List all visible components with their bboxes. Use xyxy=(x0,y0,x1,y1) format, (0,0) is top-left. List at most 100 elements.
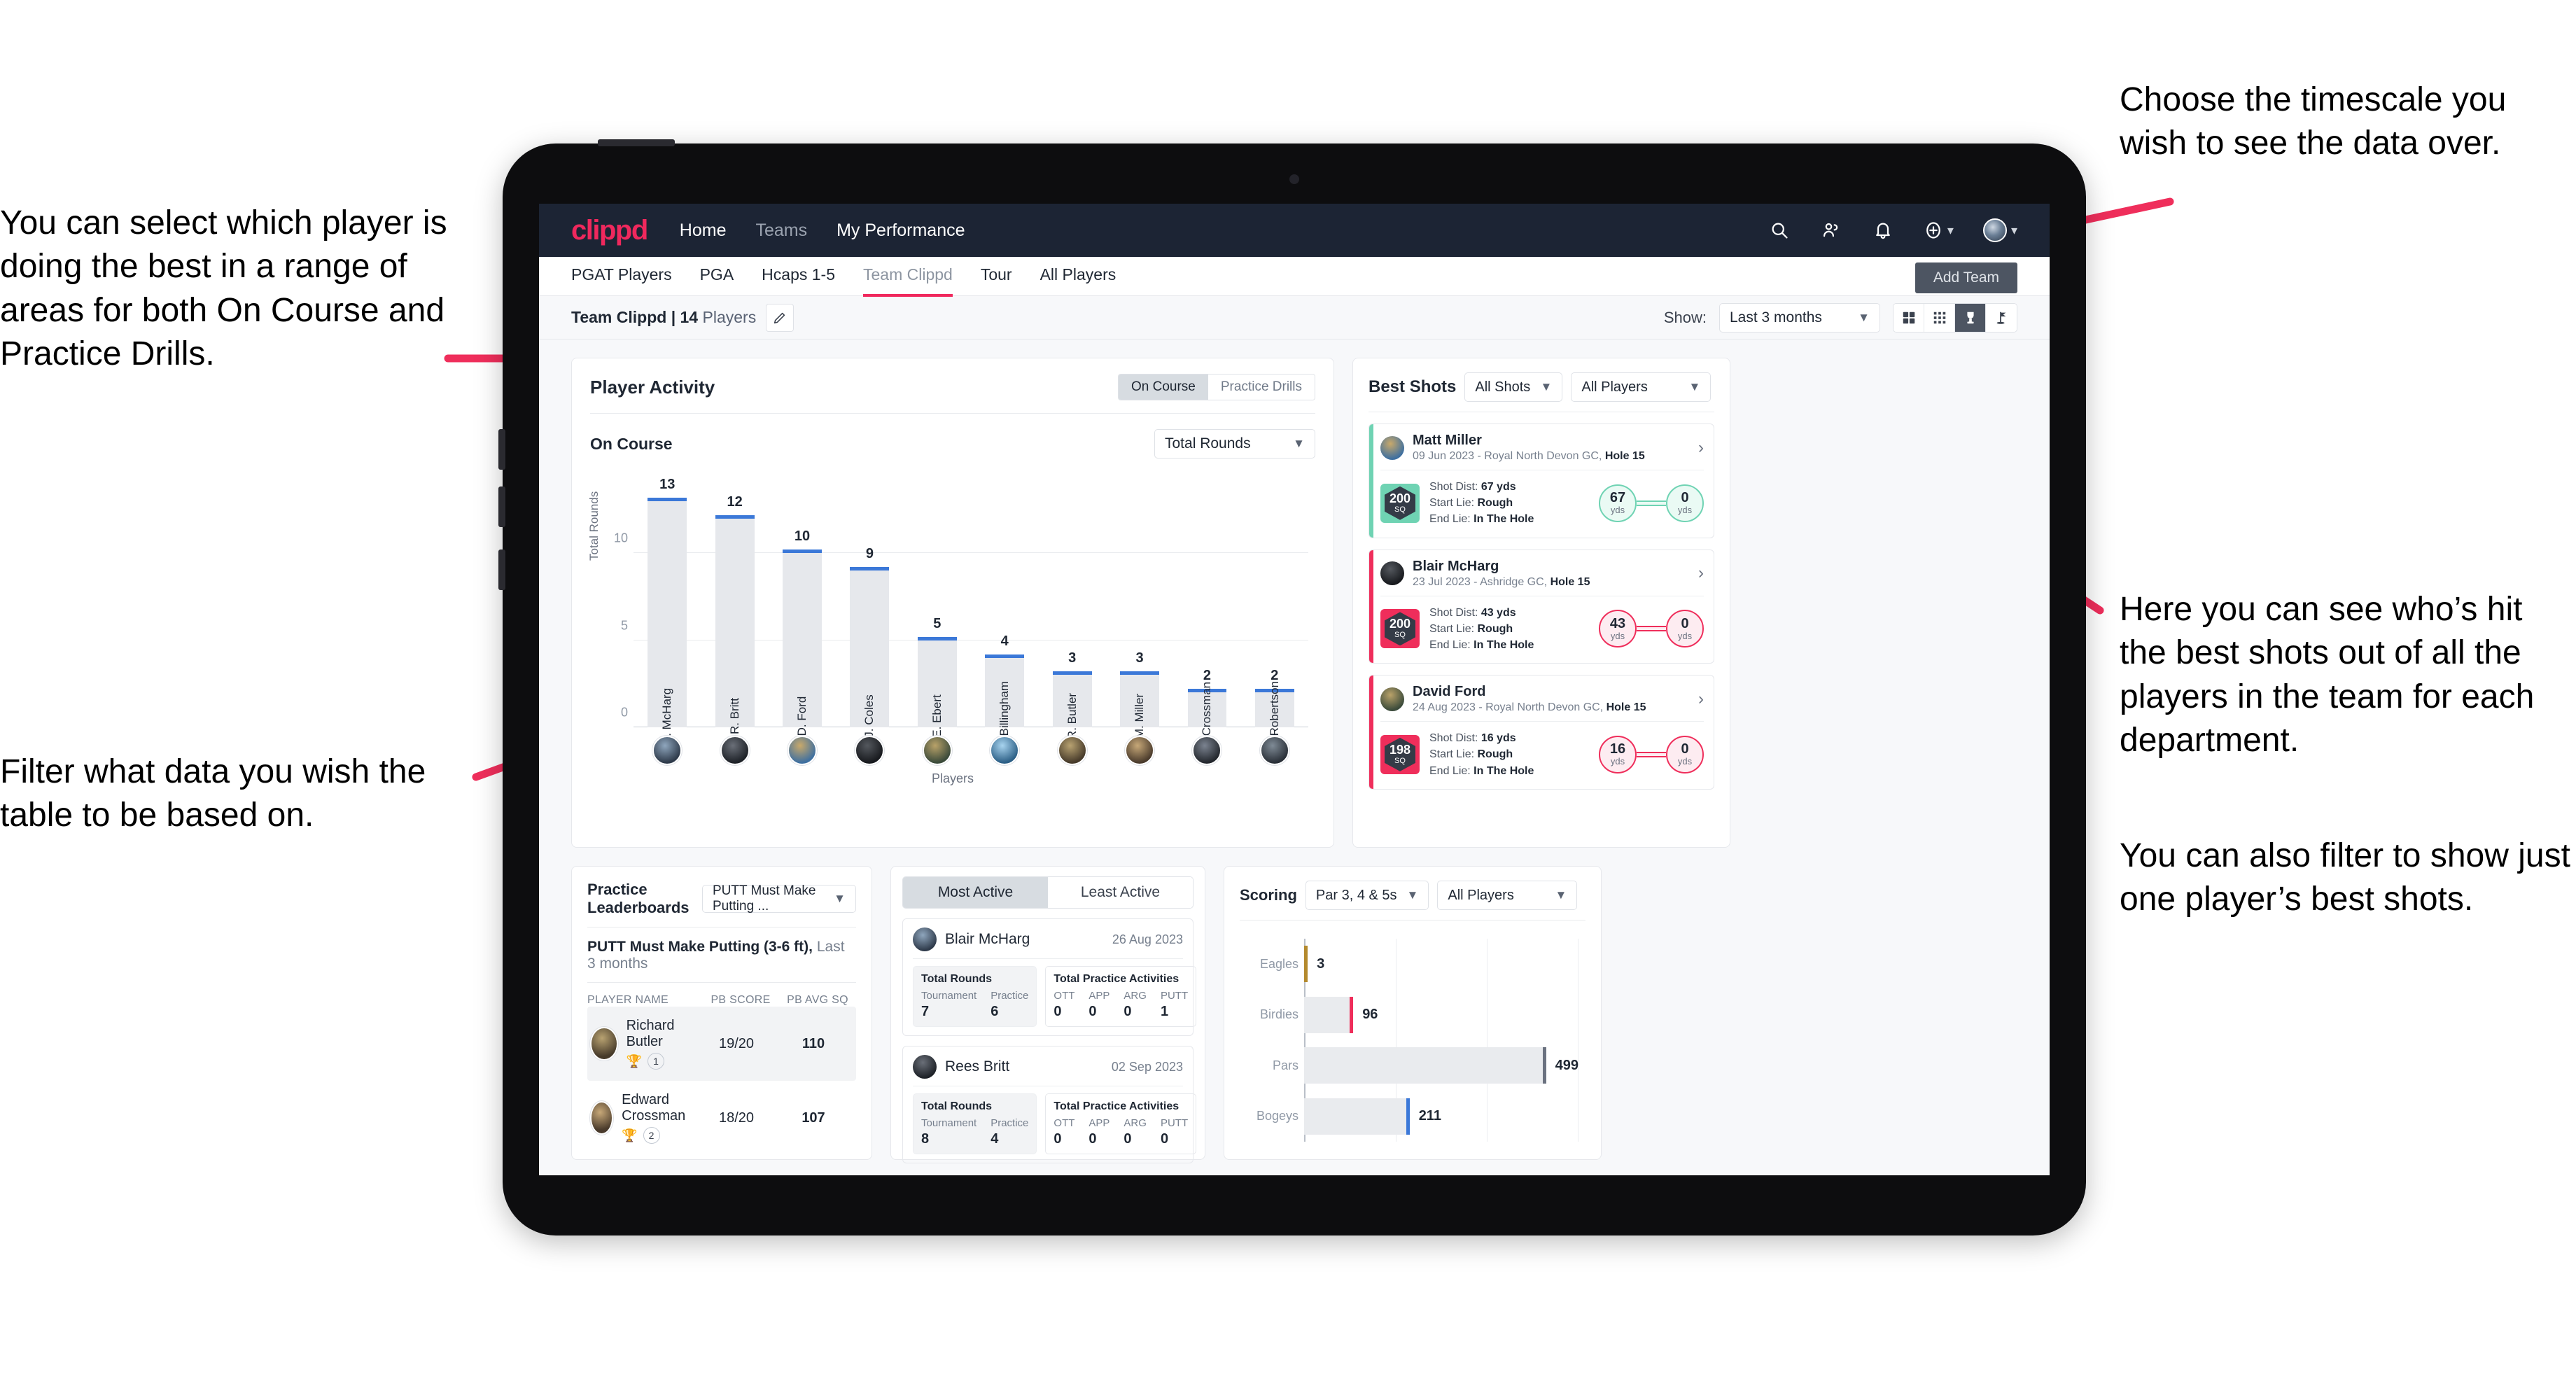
best-shot-player-name: Blair McHarg xyxy=(1413,558,1499,574)
table-row[interactable]: Edward Crossman 🏆 2 18/20 107 xyxy=(587,1081,856,1155)
scoring-player-filter[interactable]: All Players ▼ xyxy=(1437,881,1578,910)
tab-team-clippd[interactable]: Team Clippd xyxy=(863,265,953,297)
rounds-column-value: 8 xyxy=(921,1131,930,1147)
player-filter-value: All Players xyxy=(1581,379,1648,395)
chart-bar-label: J. Coles xyxy=(862,694,876,738)
page-title: Team Clippd | 14 Players xyxy=(571,308,756,327)
page-toolbar: Team Clippd | 14 Players Show: Last 3 mo… xyxy=(539,296,2050,340)
player-avatar[interactable] xyxy=(1192,736,1222,765)
best-shots-shot-filter[interactable]: All Shots ▼ xyxy=(1464,372,1563,402)
best-shot-card[interactable]: David Ford 24 Aug 2023 - Royal North Devo… xyxy=(1368,675,1714,790)
table-row[interactable]: Richard Butler 🏆 1 19/20 110 xyxy=(587,1007,856,1081)
chevron-right-icon[interactable]: › xyxy=(1698,438,1704,458)
tab-tour[interactable]: Tour xyxy=(981,265,1012,287)
chart-bar-column[interactable]: 2 C. Robertson xyxy=(1241,484,1308,751)
edit-team-button[interactable] xyxy=(766,303,794,332)
chevron-right-icon[interactable]: › xyxy=(1698,564,1704,583)
metric-select[interactable]: Total Rounds ▼ xyxy=(1154,429,1315,458)
golf-flag-icon xyxy=(1996,312,2006,324)
people-icon[interactable] xyxy=(1820,219,1842,241)
best-shot-player-name: Matt Miller xyxy=(1413,433,1482,448)
shot-end-distance: 0 yds xyxy=(1666,610,1704,648)
practice-column-value: 0 xyxy=(1124,1131,1132,1147)
total-rounds-box: Total Rounds Tournament 8 Practice 4 xyxy=(913,1093,1037,1154)
player-avatar[interactable] xyxy=(855,736,885,765)
annotation-right-bottom: You can also filter to show just one pla… xyxy=(2120,837,2570,918)
clippd-logo[interactable]: clippd xyxy=(571,215,648,246)
nav-link-teams[interactable]: Teams xyxy=(755,220,807,241)
chart-bar-column[interactable]: 10 D. Ford xyxy=(769,484,836,736)
chart-bar-column[interactable]: 9 J. Coles xyxy=(836,484,903,738)
total-practice-box: Total Practice Activities OTT 0 APP 0 ARG 0 PUT… xyxy=(1045,1093,1197,1154)
leaderboard-player-name: Richard Butler xyxy=(626,1018,675,1049)
scoring-bar-row[interactable]: Birdies 96 xyxy=(1260,996,1578,1033)
grid-small-view-button[interactable] xyxy=(1924,303,1955,332)
scoring-bar-row[interactable]: Eagles 3 xyxy=(1260,946,1578,983)
bell-icon[interactable] xyxy=(1872,219,1894,241)
toggle-on-course[interactable]: On Course xyxy=(1119,374,1208,400)
trophy-icon: 🏆 xyxy=(622,1128,638,1142)
activity-player-card[interactable]: Rees Britt 02 Sep 2023 Total Rounds Tournam… xyxy=(902,1046,1197,1163)
tab-pgat-players[interactable]: PGAT Players xyxy=(571,265,672,287)
chart-bar-column[interactable]: 2 E. Crossman xyxy=(1173,484,1240,750)
plus-circle-icon[interactable]: ▾ xyxy=(1924,219,1954,241)
add-team-button[interactable]: Add Team xyxy=(1914,262,2017,293)
tab-all-players[interactable]: All Players xyxy=(1040,265,1116,287)
player-avatar[interactable] xyxy=(652,736,682,765)
chart-bar-column[interactable]: 12 R. Britt xyxy=(701,484,768,734)
scoring-bar xyxy=(1304,1047,1546,1084)
player-avatar[interactable] xyxy=(1125,736,1155,765)
best-shot-card[interactable]: Blair McHarg 23 Jul 2023 - Ashridge GC, H… xyxy=(1368,549,1714,664)
flag-view-button[interactable] xyxy=(1986,303,2017,332)
tablet-device-frame: clippd Home Teams My Performance ▾ ▾ PGA… xyxy=(498,139,2086,1236)
nav-link-home[interactable]: Home xyxy=(680,220,727,241)
trophy-view-button[interactable] xyxy=(1955,303,1986,332)
best-shots-player-filter[interactable]: All Players ▼ xyxy=(1571,372,1712,402)
leaderboard-pb-score: 19/20 xyxy=(718,1035,755,1051)
practice-column-header: ARG xyxy=(1124,990,1147,1002)
chart-bar-label: R. Britt xyxy=(727,698,741,734)
chart-bar-value: 3 xyxy=(1135,650,1144,666)
scoring-bar-row[interactable]: Pars 499 xyxy=(1273,1047,1578,1084)
player-avatar[interactable] xyxy=(720,736,750,765)
activity-tabs: Most Active Least Active xyxy=(902,876,1194,909)
total-practice-title: Total Practice Activities xyxy=(1054,1100,1180,1112)
best-shot-card[interactable]: Matt Miller 09 Jun 2023 - Royal North Dev… xyxy=(1368,424,1714,538)
chart-bar xyxy=(715,514,755,727)
chart-bar-column[interactable]: 5 E. Ebert xyxy=(904,484,971,738)
chart-bar-column[interactable]: 4 D. Billingham xyxy=(971,484,1038,751)
shot-distance-dumbbell: 16 yds 0 yds xyxy=(1599,735,1704,774)
player-avatar[interactable] xyxy=(922,736,952,765)
chevron-right-icon[interactable]: › xyxy=(1698,690,1704,709)
y-tick-0: 0 xyxy=(620,705,628,720)
player-avatar[interactable] xyxy=(1259,736,1289,765)
nav-link-my-performance[interactable]: My Performance xyxy=(836,220,965,241)
grid-large-view-button[interactable] xyxy=(1893,303,1924,332)
search-icon[interactable] xyxy=(1768,219,1791,241)
tab-hcaps-1-5[interactable]: Hcaps 1-5 xyxy=(762,265,835,287)
player-avatar[interactable] xyxy=(990,736,1020,765)
practice-column-header: APP xyxy=(1088,1117,1110,1129)
tab-least-active[interactable]: Least Active xyxy=(1048,877,1193,908)
scoring-par-filter[interactable]: Par 3, 4 & 5s ▼ xyxy=(1305,881,1429,910)
activity-player-card[interactable]: Blair McHarg 26 Aug 2023 Total Rounds Tourn… xyxy=(902,918,1197,1036)
tab-pga[interactable]: PGA xyxy=(700,265,734,287)
avatar[interactable]: ▾ xyxy=(1982,218,2017,242)
view-mode-toggle-group xyxy=(1893,302,2017,332)
chart-bar-column[interactable]: 3 M. Miller xyxy=(1106,484,1173,738)
activity-type-toggle: On Course Practice Drills xyxy=(1118,374,1315,400)
toggle-practice-drills[interactable]: Practice Drills xyxy=(1208,374,1315,400)
player-avatar xyxy=(913,927,937,951)
player-avatar[interactable] xyxy=(788,736,818,765)
scoring-bar-value: 3 xyxy=(1317,955,1325,972)
chart-bar-column[interactable]: 3 R. Butler xyxy=(1038,484,1105,739)
player-avatar[interactable] xyxy=(1057,736,1087,765)
activity-player-name: Rees Britt xyxy=(945,1058,1010,1074)
chevron-down-icon: ▼ xyxy=(1555,888,1567,902)
column-player-name: PLAYER NAME xyxy=(587,994,668,1006)
tab-most-active[interactable]: Most Active xyxy=(903,877,1048,908)
scoring-bar-row[interactable]: Bogeys 211 xyxy=(1256,1098,1578,1135)
chart-bar-column[interactable]: 13 B. McHarg xyxy=(634,477,701,744)
drill-select[interactable]: PUTT Must Make Putting ... ▼ xyxy=(702,883,856,913)
timescale-select[interactable]: Last 3 months ▼ xyxy=(1719,302,1880,332)
